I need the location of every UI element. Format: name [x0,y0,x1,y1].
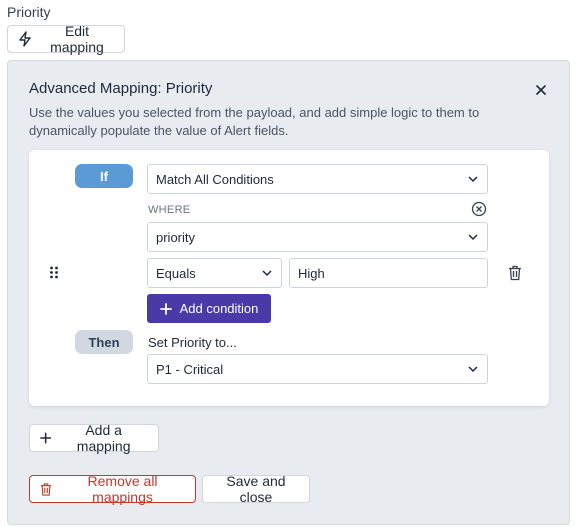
chevron-down-icon [262,270,272,277]
close-button[interactable] [533,82,549,98]
chevron-down-icon [468,366,478,373]
then-text: Set Priority to... [148,335,237,350]
save-close-label: Save and close [226,473,286,505]
then-pill: Then [75,330,133,354]
priority-select-value: P1 - Critical [156,361,224,377]
plus-icon [40,432,52,444]
add-mapping-button[interactable]: Add a mapping [29,422,159,454]
priority-select[interactable]: P1 - Critical [147,354,488,384]
remove-all-label: Remove all mappings [87,473,158,505]
operator-select[interactable]: Equals [147,258,282,288]
remove-condition-group-button[interactable] [471,201,487,217]
lightning-icon [18,31,32,47]
chevron-down-icon [468,176,478,183]
field-select-value: priority [156,229,196,245]
operator-select-value: Equals [156,265,196,281]
add-condition-button[interactable]: Add condition [147,294,271,323]
match-conditions-select[interactable]: Match All Conditions [147,164,488,194]
add-condition-label: Add condition [179,301,259,316]
panel-title: Advanced Mapping: Priority [29,80,213,97]
trash-icon [509,265,521,281]
circle-x-icon [471,201,487,217]
panel-description: Use the values you selected from the pay… [29,105,480,138]
where-label: WHERE [148,204,191,216]
edit-mapping-label: Edit mapping [50,23,104,55]
save-and-close-button[interactable]: Save and close [202,473,310,505]
match-conditions-value: Match All Conditions [156,171,274,187]
advanced-mapping-panel: Advanced Mapping: Priority Use the value… [7,60,570,525]
if-pill: If [75,164,133,188]
mapping-rule-card: If Match All Conditions WHERE priority E… [29,150,549,406]
value-input[interactable]: High [289,258,488,288]
delete-condition-button[interactable] [508,265,524,283]
chevron-down-icon [468,234,478,241]
trash-icon [40,482,52,496]
plus-icon [159,302,172,315]
field-select[interactable]: priority [147,222,488,252]
field-label: Priority [7,4,51,20]
value-input-text: High [298,265,325,281]
close-icon [536,85,546,95]
edit-mapping-button[interactable]: Edit mapping [7,23,125,55]
add-mapping-label: Add a mapping [76,422,131,454]
remove-all-mappings-button[interactable]: Remove all mappings [29,473,196,505]
drag-handle-icon[interactable] [49,266,59,282]
